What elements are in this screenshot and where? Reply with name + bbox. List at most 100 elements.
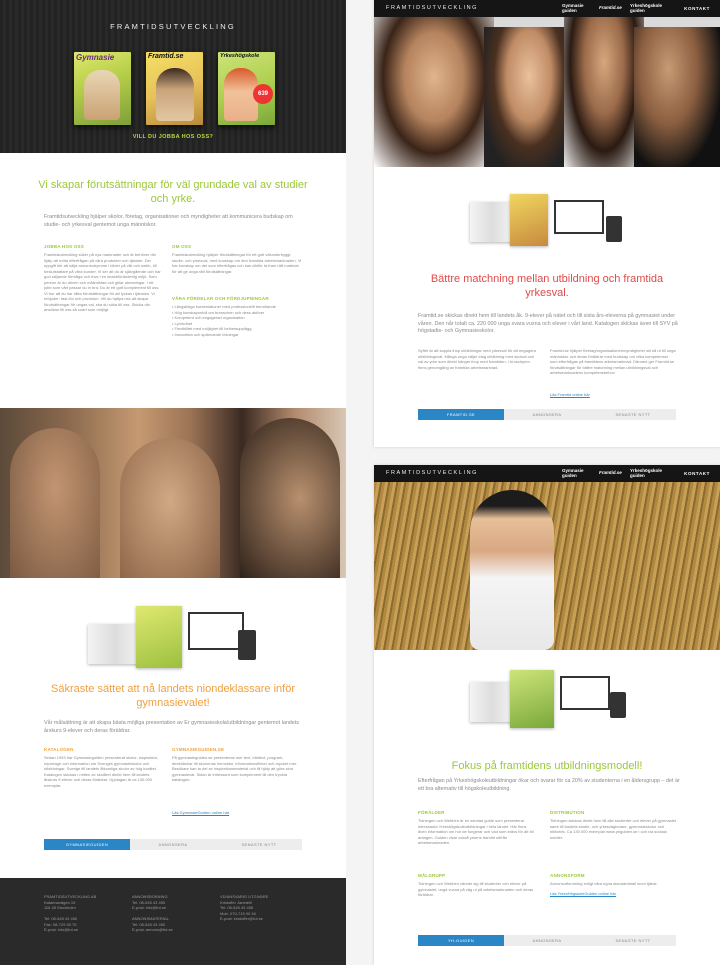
hero-photo-group xyxy=(374,17,720,167)
person-photo xyxy=(470,490,554,650)
section-text-om-oss: Framtidsutveckling hjälper förutsättning… xyxy=(172,252,302,274)
open-catalog-image xyxy=(88,624,142,664)
person-photo xyxy=(634,27,720,167)
person-photo xyxy=(374,17,494,167)
tab-annonsera[interactable]: ANNONSERA xyxy=(504,935,590,946)
face-shape xyxy=(240,418,340,578)
section-text-distribution: Tidningen skickas direkt hem till alla s… xyxy=(550,818,676,840)
brand-logo[interactable]: FRAMTIDSUTVECKLING xyxy=(386,470,478,476)
framtid-page: FRAMTIDSUTVECKLING Gymnasie guiden Framt… xyxy=(374,0,720,447)
nav-yrkeshogskoleguiden[interactable]: Yrkeshögskole guiden xyxy=(630,468,674,478)
footer-email-link[interactable]: E-post: kristoffer@fut.se xyxy=(220,916,310,922)
tab-annonsera[interactable]: ANNONSERA xyxy=(504,409,590,420)
nav-yrkeshogskoleguiden[interactable]: Yrkeshögskole guiden xyxy=(630,3,674,13)
magazine-yrkeshogskole[interactable]: Yrkeshögskole 639 xyxy=(218,52,275,125)
tab-gymnasieguiden[interactable]: GYMNASIEGUIDEN xyxy=(44,839,130,850)
section-heading-malgrupp: MÅLGRUPP xyxy=(418,873,446,878)
tablet-image xyxy=(606,216,622,242)
catalog-cover-image xyxy=(136,606,182,668)
page-lede: Framtidsutveckling hjälper skolor, föret… xyxy=(44,214,293,228)
section-heading-foralder: FÖRÄLDER xyxy=(418,810,445,815)
page-lede: Efterfrågan på Yrkeshögskoleutbildningar… xyxy=(418,778,680,792)
product-collage xyxy=(470,194,630,250)
footer-email-link[interactable]: E-post: info@fut.se xyxy=(44,927,124,933)
badge-639: 639 xyxy=(253,84,273,104)
brand-logo[interactable]: FRAMTIDSUTVECKLING xyxy=(386,5,478,11)
yh-guiden-online-link[interactable]: Läs YrkesHögskoleGuiden online här xyxy=(550,891,616,896)
person-photo xyxy=(484,27,574,167)
gymnasieguiden-online-link[interactable]: Läs GymnasieGuiden online här xyxy=(172,810,229,815)
cover-illustration xyxy=(84,70,120,120)
page-headline: Fokus på framtidens utbildningsmodell! xyxy=(451,760,643,772)
tab-yh-guiden[interactable]: YH-GUIDEN xyxy=(418,935,504,946)
monitor-image xyxy=(554,200,604,234)
page-headline: Vi skapar förutsättningar för väl grunda… xyxy=(38,179,308,205)
cover-illustration xyxy=(156,68,194,121)
tablet-image xyxy=(610,692,626,718)
tab-senaste-nytt[interactable]: SENASTE NYTT xyxy=(590,935,676,946)
section-text-annonsform: Annonsutformning enligt våra egna standa… xyxy=(550,881,658,886)
section-heading-gymnasieguiden-se: GYMNASIEGUIDEN.SE xyxy=(172,747,225,752)
monitor-image xyxy=(560,676,610,710)
tab-senaste-nytt[interactable]: SENASTE NYTT xyxy=(216,839,302,850)
nav-gymnasieguiden[interactable]: Gymnasie guiden xyxy=(562,468,592,478)
section-text-syfte: Syftet är att koppla ihop utbildningar m… xyxy=(418,348,536,370)
catalog-cover-image xyxy=(510,670,554,728)
section-heading-annonsform: ANNONSFORM xyxy=(550,873,585,878)
hero-header: FRAMTIDSUTVECKLING Gymnasie Framtid.se Y… xyxy=(0,0,346,153)
nav-framtid[interactable]: Framtid.se xyxy=(599,470,622,476)
hero-photo-faces xyxy=(0,408,346,578)
footer-email-link[interactable]: E-post: annons@fut.se xyxy=(132,927,212,933)
top-navbar: FRAMTIDSUTVECKLING Gymnasie guiden Framt… xyxy=(374,0,720,17)
section-text-jobba: Framtidsutveckling söker på nya marknade… xyxy=(44,252,161,312)
catalog-cover-image xyxy=(510,194,548,246)
footer-col-annons: ANNONSBOKNING Tel: 08-545 43 450 E-post:… xyxy=(132,894,212,933)
section-subheading-fordelar: VÅRA FÖRDELAR OCH FÖRDJUPNINGAR xyxy=(172,296,269,301)
open-catalog-image xyxy=(470,202,514,242)
footer-col-vd: VD/ANSVARIG UTGIVARE Kristoffer Janetell… xyxy=(220,894,310,922)
nav-framtid[interactable]: Framtid.se xyxy=(599,5,622,11)
tablet-image xyxy=(238,630,256,660)
page-lede: Framtid.se skickas direkt hem till lande… xyxy=(418,313,678,334)
section-lede-gymnasievalet: Vår målsättning är att skapa bästa möjli… xyxy=(44,720,299,734)
section-heading-om-oss: OM OSS xyxy=(172,244,192,249)
section-text-gymnasieguiden-se: På gymnasieguiden.se presenteras mer tex… xyxy=(172,755,298,782)
tab-framtid[interactable]: FRAMTID.SE xyxy=(418,409,504,420)
page-headline: Bättre matchning mellan utbildning och f… xyxy=(430,273,664,299)
site-footer: FRAMTIDSUTVECKLING AB Katarinavägen 19 1… xyxy=(0,878,346,965)
tab-bar: GYMNASIEGUIDEN ANNONSERA SENASTE NYTT xyxy=(44,839,302,850)
tab-senaste-nytt[interactable]: SENASTE NYTT xyxy=(590,409,676,420)
section-text-framtid: Framtid.se hjälper företag/organisatione… xyxy=(550,348,676,375)
nav-kontakt[interactable]: KONTAKT xyxy=(684,471,710,476)
magazine-framtid[interactable]: Framtid.se xyxy=(146,52,203,125)
brand-logo[interactable]: FRAMTIDSUTVECKLING xyxy=(0,22,346,31)
gymnasieguiden-page: FRAMTIDSUTVECKLING Gymnasie Framtid.se Y… xyxy=(0,0,346,965)
cta-jobba-hos-oss[interactable]: VILL DU JOBBA HOS OSS? xyxy=(0,134,346,140)
section-text-malgrupp: Tidningen och Webben vänder sig till stu… xyxy=(418,881,534,897)
footer-col-company: FRAMTIDSUTVECKLING AB Katarinavägen 19 1… xyxy=(44,894,124,933)
section-headline-gymnasievalet: Säkraste sättet att nå landets niondekla… xyxy=(51,683,295,709)
face-shape xyxy=(120,438,220,578)
tab-annonsera[interactable]: ANNONSERA xyxy=(130,839,216,850)
yrkeshogskoleguiden-page: FRAMTIDSUTVECKLING Gymnasie guiden Framt… xyxy=(374,465,720,965)
list-item: • Innovativa och spännande lösningar xyxy=(172,331,239,337)
nav-kontakt[interactable]: KONTAKT xyxy=(684,6,710,11)
tab-bar: FRAMTID.SE ANNONSERA SENASTE NYTT xyxy=(418,409,676,420)
monitor-image xyxy=(188,612,244,650)
person-photo xyxy=(564,17,644,167)
tab-bar: YH-GUIDEN ANNONSERA SENASTE NYTT xyxy=(418,935,676,946)
product-collage xyxy=(88,606,258,670)
benefits-list: • Långsiktiga kundrelationer med profess… xyxy=(172,304,304,337)
face-shape xyxy=(10,428,100,578)
section-heading-distribution: DISTRIBUTION xyxy=(550,810,585,815)
open-catalog-image xyxy=(470,682,514,722)
magazine-gymnasie[interactable]: Gymnasie xyxy=(74,52,131,125)
nav-gymnasieguiden[interactable]: Gymnasie guiden xyxy=(562,3,592,13)
section-heading-jobba: JOBBA HOS OSS xyxy=(44,244,84,249)
framtid-online-link[interactable]: Läs Framtid online här xyxy=(550,392,590,397)
section-heading-katalogen: KATALOGEN xyxy=(44,747,74,752)
section-text-katalogen: Sedan 1993 har Gymnasieguiden presentera… xyxy=(44,755,159,788)
product-collage xyxy=(470,670,630,730)
hero-photo-wheatfield xyxy=(374,482,720,650)
section-text-foralder: Tidningen och Webben är en samlad guide … xyxy=(418,818,534,845)
